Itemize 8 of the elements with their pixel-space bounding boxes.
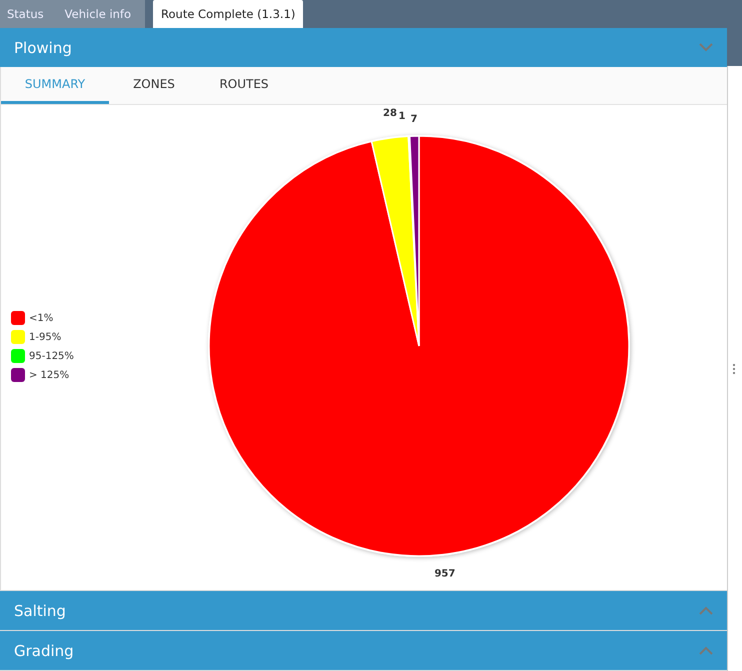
legend-label: 1-95% bbox=[29, 332, 62, 342]
legend-label: > 125% bbox=[29, 370, 70, 380]
data-label: 1 bbox=[398, 111, 406, 122]
legend-label: 95-125% bbox=[29, 350, 74, 362]
data-label: 957 bbox=[434, 568, 456, 580]
legend-label: <1% bbox=[29, 312, 54, 324]
data-label: 28 bbox=[383, 108, 397, 120]
data-label: 7 bbox=[410, 114, 418, 126]
